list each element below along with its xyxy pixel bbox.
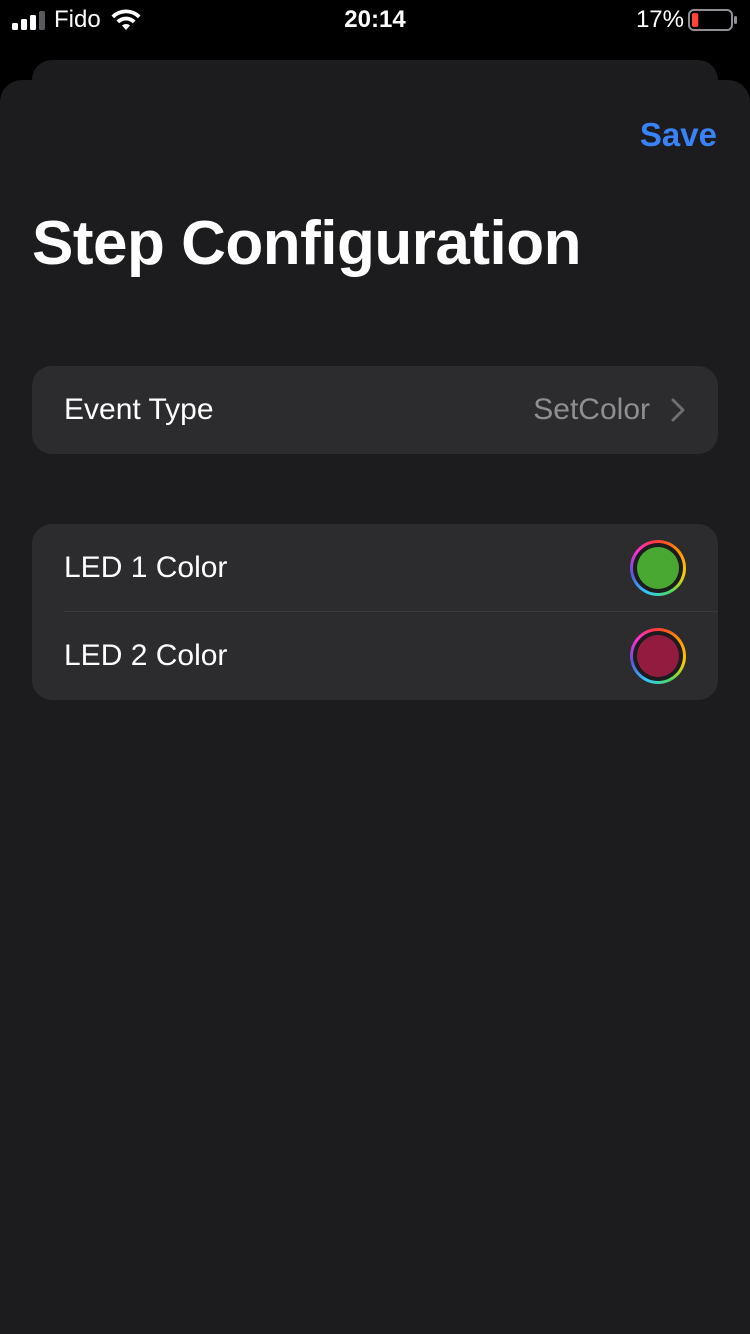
- led-2-color-swatch: [637, 635, 679, 677]
- battery-percentage: 17%: [635, 6, 684, 33]
- save-button[interactable]: Save: [640, 116, 717, 154]
- screen: Fido 20:14 17% Save Step Configuration E…: [0, 0, 750, 1334]
- event-type-label: Event Type: [64, 393, 214, 426]
- modal-sheet: Save Step Configuration Event Type SetCo…: [0, 80, 750, 1334]
- led-color-group: LED 1 Color LED 2 Color: [32, 524, 718, 700]
- led-1-color-label: LED 1 Color: [64, 551, 228, 584]
- led-1-color-row: LED 1 Color: [32, 524, 718, 612]
- led-2-color-picker[interactable]: [630, 628, 686, 684]
- event-type-group: Event Type SetColor: [32, 366, 718, 454]
- led-2-color-label: LED 2 Color: [64, 639, 228, 672]
- color-well-ring: [633, 631, 683, 681]
- color-well-ring: [633, 543, 683, 593]
- battery-icon: [688, 9, 737, 31]
- event-type-row[interactable]: Event Type SetColor: [32, 366, 718, 454]
- led-2-color-row: LED 2 Color: [32, 612, 718, 700]
- chevron-right-icon: [671, 398, 685, 422]
- status-bar: Fido 20:14 17%: [0, 0, 750, 40]
- event-type-value: SetColor: [533, 393, 650, 426]
- led-1-color-picker[interactable]: [630, 540, 686, 596]
- page-title: Step Configuration: [32, 209, 581, 278]
- led-1-color-swatch: [637, 547, 679, 589]
